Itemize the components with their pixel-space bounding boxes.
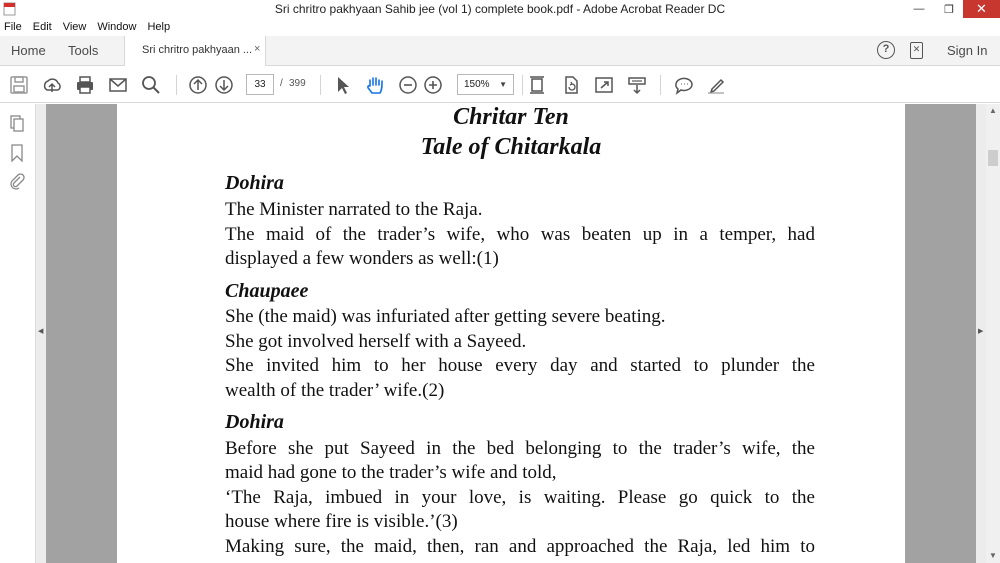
scroll-thumb[interactable] [988, 150, 998, 166]
hand-tool-icon[interactable] [364, 74, 386, 96]
section-heading: Dohira [225, 411, 284, 433]
bookmark-icon[interactable] [9, 144, 25, 162]
menu-window[interactable]: Window [97, 21, 136, 33]
navigation-pane [0, 104, 36, 563]
rotate-icon[interactable] [560, 74, 582, 96]
chapter-title: Chritar Ten [453, 104, 569, 130]
scroll-mode-icon[interactable] [626, 74, 648, 96]
sign-icon[interactable] [705, 74, 727, 96]
text-line: She (the maid) was infuriated after gett… [225, 306, 666, 327]
text-line: house where fire is visible.’(3) [225, 511, 458, 532]
fullscreen-icon[interactable] [593, 74, 615, 96]
zoom-select[interactable]: 150% ▼ [457, 74, 514, 95]
toolbar-separator [320, 75, 321, 95]
tab-document[interactable]: Sri chritro pakhyaan ... × [124, 36, 266, 66]
text-line: Making sure, the maid, then, ran and app… [225, 536, 815, 557]
toolbar: 33 / 399 150% ▼ [0, 67, 1000, 103]
menu-bar: File Edit View Window Help [0, 18, 1000, 36]
fit-page-icon[interactable] [526, 74, 548, 96]
mobile-link-icon[interactable]: ✕ [910, 42, 923, 59]
close-window-button[interactable]: ✕ [963, 0, 1000, 18]
chapter-subtitle: Tale of Chitarkala [420, 134, 602, 160]
vertical-scrollbar[interactable]: ▲ ▼ [986, 104, 1000, 563]
comment-icon[interactable] [673, 74, 695, 96]
text-line: She invited him to her house every day a… [225, 355, 815, 376]
toolbar-separator [176, 75, 177, 95]
menu-edit[interactable]: Edit [33, 21, 52, 33]
upload-icon[interactable] [41, 74, 63, 96]
text-line: She got involved herself with a Sayeed. [225, 331, 527, 352]
email-icon[interactable] [107, 74, 129, 96]
text-line: wealth of the trader’ wife.(2) [225, 380, 445, 401]
chevron-left-icon: ◀ [38, 328, 44, 335]
title-bar: Sri chritro pakhyaan Sahib jee (vol 1) c… [0, 0, 1000, 18]
zoom-out-icon[interactable] [397, 74, 419, 96]
collapse-right-pane-button[interactable]: ▶ [976, 104, 986, 563]
text-line: displayed a few wonders as well:(1) [225, 248, 499, 269]
pdf-page: Chritar Ten Tale of Chitarkala Dohira Th… [117, 104, 905, 563]
zoom-in-icon[interactable] [422, 74, 444, 96]
pages-icon[interactable] [9, 115, 25, 133]
menu-help[interactable]: Help [147, 21, 170, 33]
minimize-button[interactable]: — [905, 0, 933, 18]
page-total: 399 [289, 78, 306, 89]
zoom-value: 150% [464, 79, 490, 90]
chevron-down-icon: ▼ [499, 80, 507, 89]
page-number-input[interactable]: 33 [246, 74, 274, 95]
page-separator: / [280, 78, 283, 89]
close-tab-icon[interactable]: × [254, 43, 260, 55]
scroll-up-icon[interactable]: ▲ [986, 104, 1000, 118]
tab-bar: Home Tools Sri chritro pakhyaan ... × ? … [0, 36, 1000, 66]
select-arrow-icon[interactable] [332, 74, 354, 96]
text-line: ‘The Raja, imbued in your love, is waiti… [225, 487, 815, 508]
collapse-left-pane-button[interactable]: ◀ [36, 104, 46, 563]
text-line: Before she put Sayeed in the bed belongi… [225, 438, 815, 459]
maximize-button[interactable]: ❐ [935, 0, 963, 18]
scroll-down-icon[interactable]: ▼ [986, 549, 1000, 563]
print-icon[interactable] [74, 74, 96, 96]
toolbar-separator [522, 75, 523, 95]
toolbar-separator [660, 75, 661, 95]
help-icon[interactable]: ? [877, 41, 895, 59]
search-icon[interactable] [140, 74, 162, 96]
window-title: Sri chritro pakhyaan Sahib jee (vol 1) c… [274, 2, 726, 16]
text-line: maid had gone to the trader’s wife and t… [225, 462, 557, 483]
document-viewport[interactable]: Chritar Ten Tale of Chitarkala Dohira Th… [46, 104, 976, 563]
text-line: The Minister narrated to the Raja. [225, 199, 483, 220]
sign-in-link[interactable]: Sign In [947, 43, 987, 58]
section-heading: Dohira [225, 172, 284, 194]
page-down-icon[interactable] [213, 74, 235, 96]
tab-tools[interactable]: Tools [68, 43, 98, 58]
chevron-right-icon: ▶ [978, 328, 984, 335]
attachment-icon[interactable] [9, 172, 25, 190]
page-up-icon[interactable] [187, 74, 209, 96]
document-tab-label: Sri chritro pakhyaan ... [142, 44, 253, 56]
section-heading: Chaupaee [225, 280, 309, 302]
menu-view[interactable]: View [63, 21, 87, 33]
tab-home[interactable]: Home [11, 43, 46, 58]
text-line: The maid of the trader’s wife, who was b… [225, 224, 815, 245]
save-icon[interactable] [8, 74, 30, 96]
menu-file[interactable]: File [4, 21, 22, 33]
